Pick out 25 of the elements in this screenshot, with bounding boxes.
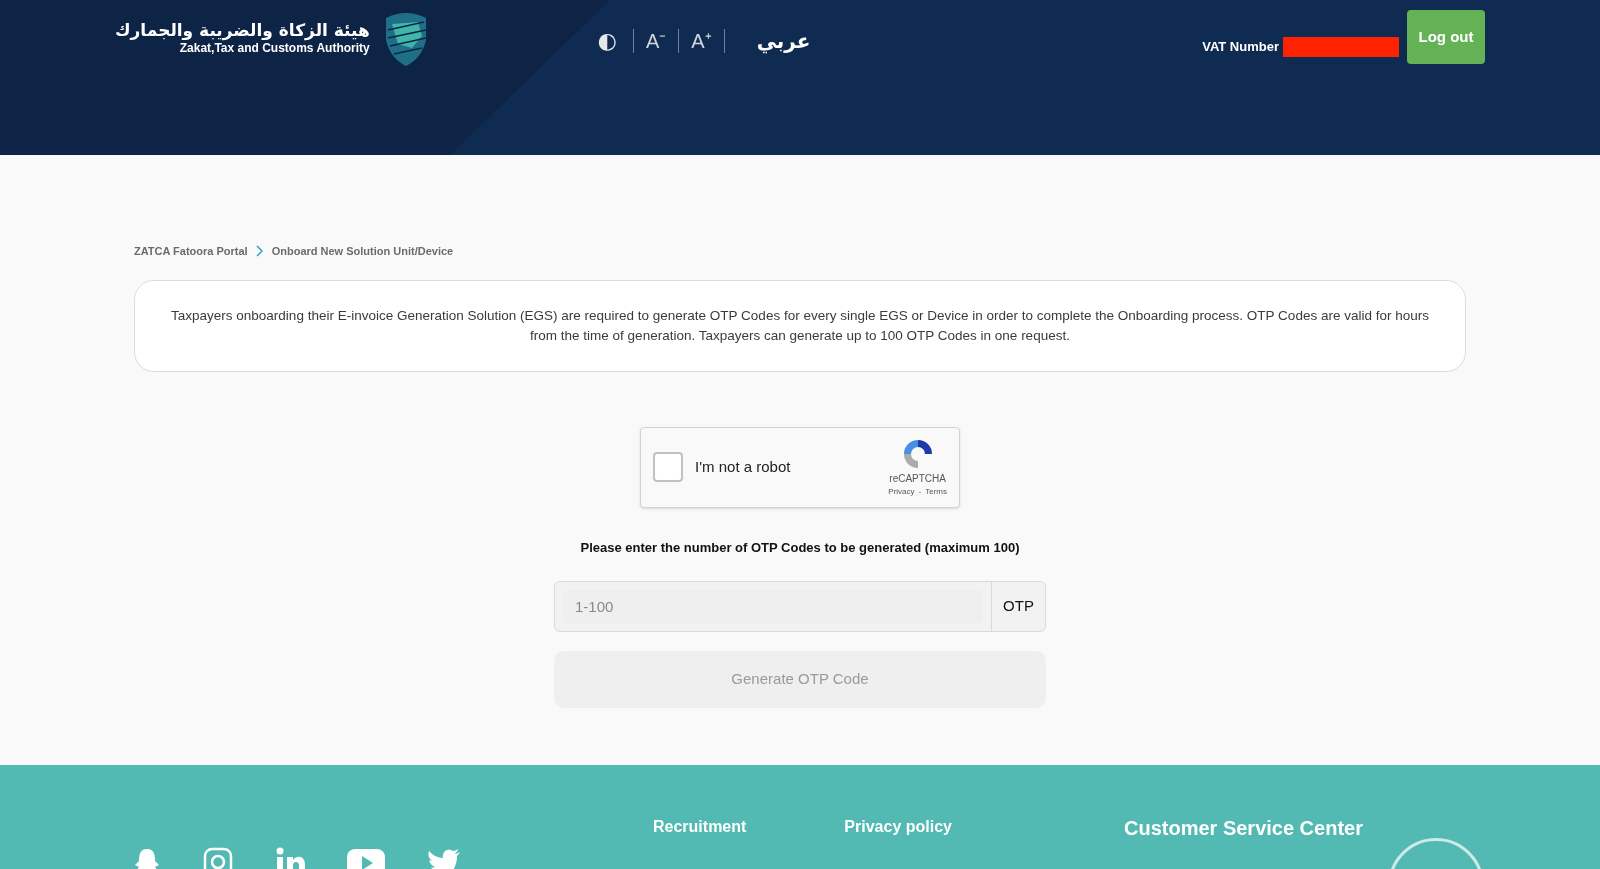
chevron-right-icon — [255, 245, 264, 258]
customer-service-heading: Customer Service Center — [1124, 816, 1363, 841]
logo-english-text: Zakat,Tax and Customs Authority — [179, 41, 370, 57]
decrease-font-button[interactable]: A⁻ — [641, 25, 671, 56]
breadcrumb-link[interactable]: ZATCA Fatoora Portal — [134, 243, 248, 260]
captcha-checkbox[interactable] — [653, 452, 683, 482]
linkedin-icon — [275, 847, 305, 869]
recaptcha-brand-text: reCAPTCHA — [889, 471, 946, 486]
terms-link[interactable]: Terms — [925, 485, 947, 498]
logo-arabic-text: هيئة الزكاة والضريبة والجمارك — [115, 19, 370, 42]
otp-prompt-text: Please enter the number of OTP Codes to be generated (maximum 100) — [580, 538, 1020, 557]
captcha-label: I'm not a robot — [695, 456, 791, 477]
ghost-icon — [133, 847, 161, 869]
contrast-toggle-button[interactable]: ◐ — [589, 24, 625, 57]
separator-text: - — [918, 485, 922, 498]
privacy-link[interactable]: Privacy — [888, 485, 915, 498]
vat-number-label: VAT Number — [1202, 38, 1279, 57]
info-paragraph: Taxpayers onboarding their E-invoice Generation Solution (EGS) are required to generate OTP Codes for every single EGS or Device in order to complete the Onboarding process. OTP Codes are valid for hours from the time of generation. Taxpayers can generate up to 100 OTP Codes in one request. — [170, 306, 1430, 345]
bird-icon — [427, 849, 461, 869]
language-link[interactable]: عربي — [756, 25, 811, 56]
increase-font-button[interactable]: A⁺ — [687, 25, 716, 56]
camera-icon — [203, 847, 233, 869]
breadcrumb-link[interactable]: Onboard New Solution Unit/Device — [271, 243, 454, 260]
otp-addon-text: OTP — [991, 582, 1045, 631]
otp-input-group[interactable]: 1-100 OTP — [554, 581, 1046, 632]
